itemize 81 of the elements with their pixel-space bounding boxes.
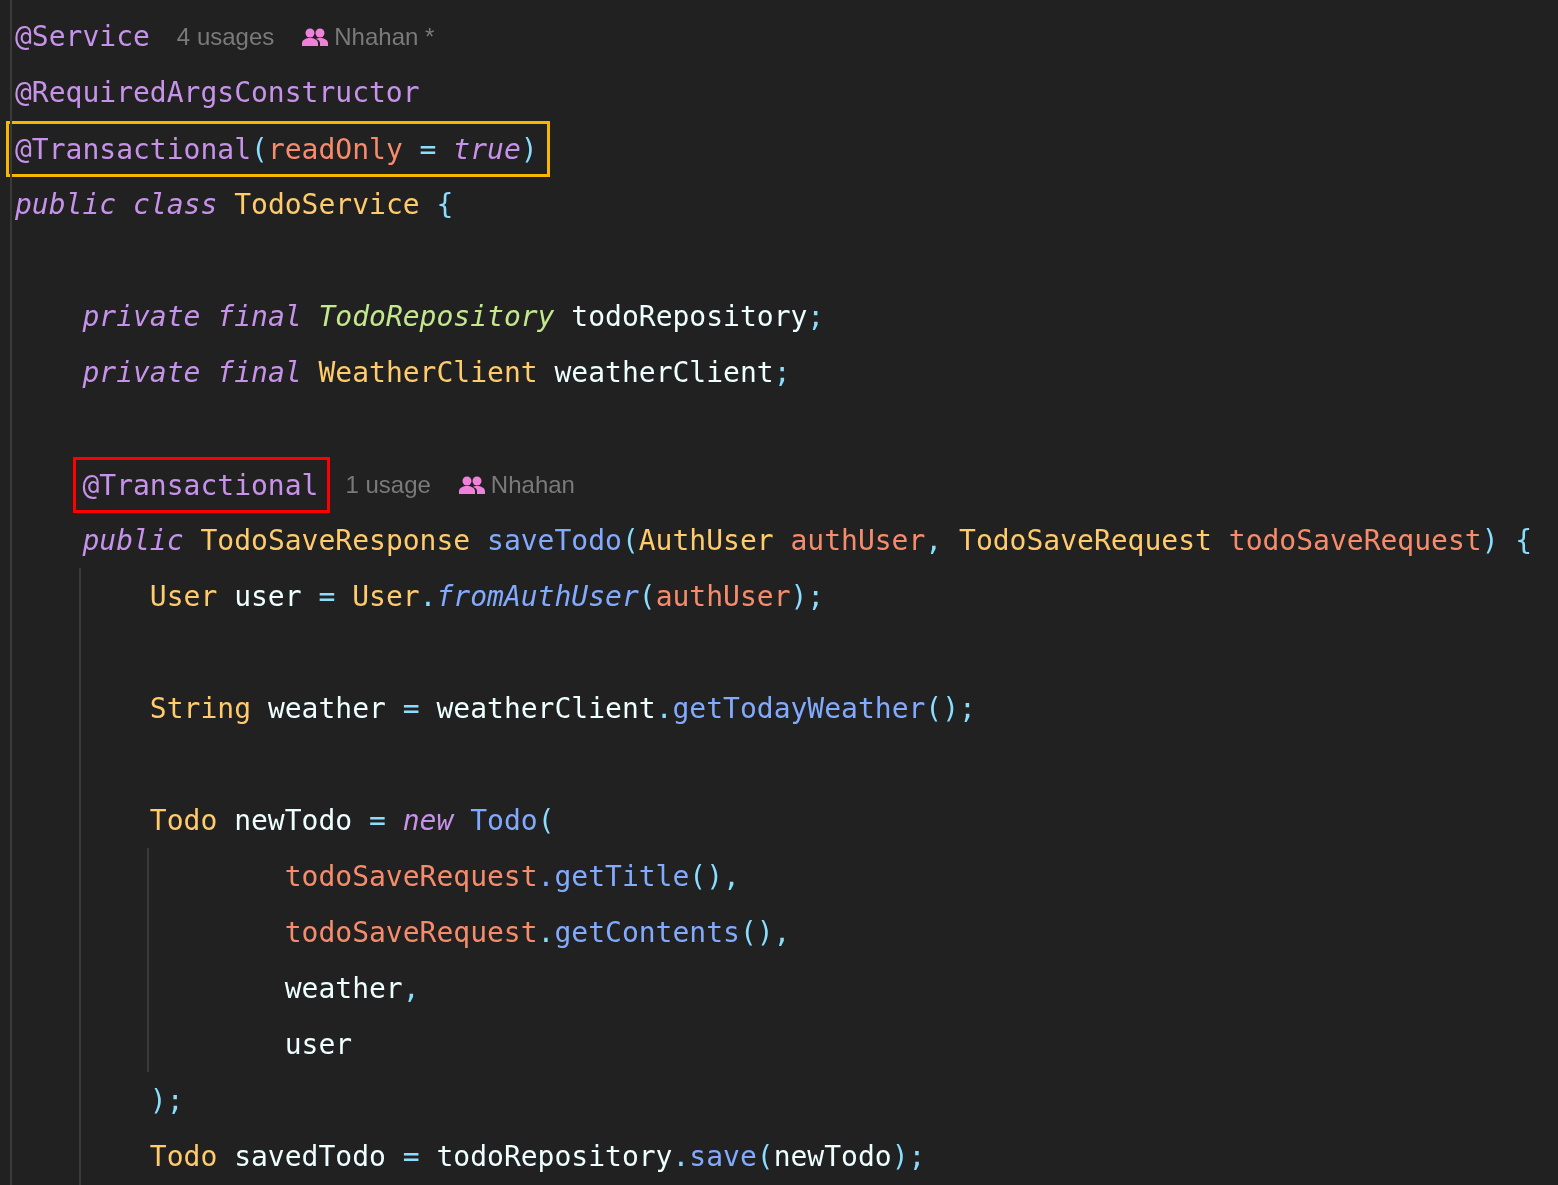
keyword: new (402, 803, 454, 839)
identifier: weatherClient (436, 691, 656, 727)
class-name: TodoSaveRequest (959, 523, 1212, 559)
annotation: @Service (15, 19, 150, 55)
annotation: @RequiredArgsConstructor (15, 75, 420, 111)
punctuation: = (419, 132, 437, 168)
punctuation: ( (621, 523, 639, 559)
people-icon (302, 28, 329, 46)
keyword: public (82, 523, 184, 559)
interface-name: TodoRepository (318, 299, 555, 335)
method-name: fromAuthUser (436, 579, 639, 615)
identifier: todoRepository (571, 299, 808, 335)
identifier: newTodo (773, 1139, 892, 1175)
punctuation: = (402, 691, 420, 727)
keyword: final (217, 355, 302, 391)
keyword: final (217, 299, 302, 335)
punctuation: . (419, 579, 437, 615)
identifier: user (284, 1027, 353, 1063)
punctuation: . (655, 691, 673, 727)
class-name: TodoService (234, 187, 420, 223)
punctuation: = (369, 803, 386, 839)
method-name: .getTitle (537, 859, 690, 895)
keyword: private (82, 355, 201, 391)
parameter: authUser (655, 579, 791, 615)
parameter: todoSaveRequest (284, 915, 538, 951)
keyword: true (453, 132, 521, 168)
punctuation: , (925, 523, 943, 559)
method-name: getContents (554, 915, 740, 951)
keyword: class (133, 187, 218, 223)
punctuation: = (318, 579, 336, 615)
method-name: Todo (470, 803, 538, 839)
keyword: private (82, 299, 201, 335)
identifier: weather (284, 971, 403, 1007)
punctuation: ) (520, 132, 538, 168)
keyword: public (15, 187, 117, 223)
annotation: @Transactional (82, 468, 319, 504)
punctuation: ( (537, 803, 555, 839)
method-name: getTodayWeather (672, 691, 926, 727)
class-name: TodoSaveResponse (200, 523, 471, 559)
punctuation: ); (149, 1083, 184, 1119)
usages-hint[interactable]: 1 usage (345, 457, 431, 513)
parameter: todoSaveRequest (1228, 523, 1482, 559)
identifier: todoRepository (436, 1139, 673, 1175)
class-name: User (352, 579, 420, 615)
punctuation: { (436, 187, 454, 223)
identifier: user (234, 579, 302, 615)
punctuation: (), (689, 859, 740, 895)
author-hint[interactable]: Nhahan * (334, 9, 435, 65)
punctuation: ) { (1481, 523, 1533, 559)
author-hint[interactable]: Nhahan (490, 457, 575, 513)
punctuation: (); (925, 691, 976, 727)
punctuation: ( (756, 1139, 774, 1175)
people-icon (458, 476, 485, 494)
punctuation: ; (773, 355, 791, 391)
class-name: AuthUser (638, 523, 774, 559)
parameter: readOnly (267, 132, 403, 168)
annotation: @Transactional (15, 132, 251, 168)
punctuation: ( (638, 579, 656, 615)
class-name: Todo (149, 1139, 218, 1175)
identifier: weather (267, 691, 386, 727)
punctuation: (), (739, 915, 791, 951)
usages-hint[interactable]: 4 usages (176, 9, 275, 65)
class-name: User (149, 579, 218, 615)
punctuation: . (672, 1139, 690, 1175)
parameter: todoSaveRequest (284, 859, 538, 895)
punctuation: , (402, 971, 420, 1007)
method-name: save (689, 1139, 757, 1175)
identifier: weatherClient (554, 355, 774, 391)
punctuation: ); (790, 579, 825, 615)
identifier: savedTodo (234, 1139, 386, 1175)
punctuation: ); (891, 1139, 926, 1175)
punctuation: ; (807, 299, 825, 335)
parameter: authUser (790, 523, 926, 559)
class-name: WeatherClient (318, 355, 538, 391)
class-name: Todo (149, 803, 218, 839)
punctuation: . (537, 915, 555, 951)
class-name: String (149, 691, 251, 727)
identifier: newTodo (234, 803, 353, 839)
punctuation: = (402, 1139, 420, 1175)
punctuation: ( (251, 132, 268, 168)
method-name: saveTodo (487, 523, 622, 559)
